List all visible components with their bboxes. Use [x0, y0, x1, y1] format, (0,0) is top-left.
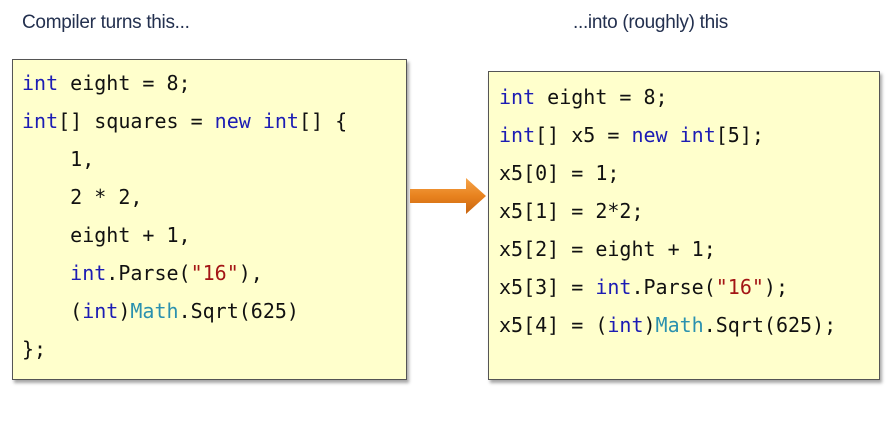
code-text: .Sqrt(625): [178, 299, 299, 323]
code-text: 2 * 2,: [22, 185, 143, 209]
code-text: ),: [238, 261, 263, 285]
code-line: int.Parse("16"),: [13, 254, 406, 292]
code-text: };: [22, 337, 47, 361]
code-keyword: int: [22, 109, 59, 133]
code-keyword: int: [499, 123, 536, 147]
code-line: 1,: [13, 140, 406, 178]
caption-compiled-code: ...into (roughly) this: [573, 12, 728, 33]
code-text: .Parse(: [106, 261, 191, 285]
code-line: };: [13, 330, 406, 368]
code-line: x5[4] = (int)Math.Sqrt(625);: [489, 306, 879, 344]
code-line: x5[2] = eight + 1;: [489, 230, 879, 268]
code-text: eight = 8;: [535, 85, 668, 109]
code-keyword: int: [262, 109, 299, 133]
code-keyword: int: [679, 123, 716, 147]
code-line: x5[1] = 2*2;: [489, 192, 879, 230]
code-type: Math: [130, 299, 179, 323]
code-line: int eight = 8;: [489, 78, 879, 116]
code-line: int[] x5 = new int[5];: [489, 116, 879, 154]
code-text: x5[3] =: [499, 275, 596, 299]
code-line: x5[0] = 1;: [489, 154, 879, 192]
code-keyword: int: [607, 313, 644, 337]
compiled-code-block: int eight = 8; int[] x5 = new int[5]; x5[0…: [488, 71, 880, 380]
code-keyword: int: [82, 299, 119, 323]
code-keyword: new: [214, 109, 251, 133]
code-line: 2 * 2,: [13, 178, 406, 216]
code-text: x5[0] = 1;: [499, 161, 620, 185]
code-keyword: int: [70, 261, 107, 285]
code-type: Math: [655, 313, 704, 337]
code-text: eight = 8;: [58, 71, 191, 95]
code-text: [] squares =: [58, 109, 215, 133]
code-keyword: new: [631, 123, 668, 147]
code-line: (int)Math.Sqrt(625): [13, 292, 406, 330]
code-line: int eight = 8;: [13, 64, 406, 102]
code-keyword: int: [595, 275, 632, 299]
code-string: "16": [190, 261, 239, 285]
code-text: 1,: [22, 147, 95, 171]
code-text: x5[1] = 2*2;: [499, 199, 644, 223]
code-text: eight + 1,: [22, 223, 191, 247]
code-line: int[] squares = new int[] {: [13, 102, 406, 140]
code-keyword: int: [499, 85, 536, 109]
code-line: x5[3] = int.Parse("16");: [489, 268, 879, 306]
code-keyword: int: [22, 71, 59, 95]
code-text: .Parse(: [631, 275, 716, 299]
right-arrow-icon: [410, 178, 486, 214]
code-line: eight + 1,: [13, 216, 406, 254]
code-text: [] {: [298, 109, 348, 133]
code-text: ): [118, 299, 131, 323]
code-string: "16": [715, 275, 764, 299]
code-text: ): [643, 313, 656, 337]
code-text: (: [22, 299, 83, 323]
code-text: x5[4] = (: [499, 313, 608, 337]
code-text: x5[2] = eight + 1;: [499, 237, 716, 261]
original-code-block: int eight = 8; int[] squares = new int[] …: [12, 59, 407, 380]
code-text: );: [763, 275, 789, 299]
code-text: [5];: [715, 123, 764, 147]
code-text: .Sqrt(625);: [703, 313, 837, 337]
caption-original-code: Compiler turns this...: [22, 12, 190, 33]
code-text: [] x5 =: [535, 123, 632, 147]
